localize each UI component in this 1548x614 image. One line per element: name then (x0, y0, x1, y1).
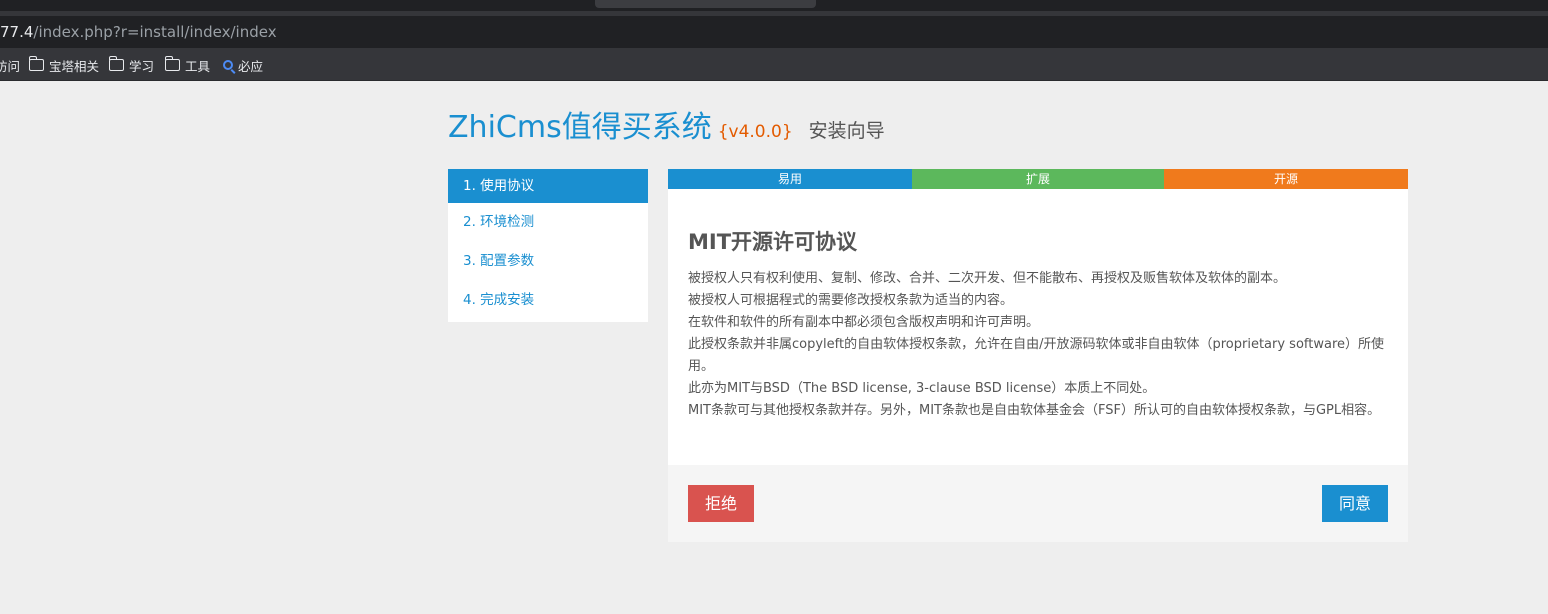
bookmark-bing[interactable]: 必应 (223, 57, 264, 74)
page-title: ZhiCms值得买系统 {v4.0.0} 安装向导 (448, 108, 885, 148)
folder-icon (28, 56, 44, 71)
address-bar[interactable]: 77.4/index.php?r=install/index/index (0, 16, 1548, 48)
step-env-check[interactable]: 2. 环境检测 (448, 205, 648, 244)
bookmark-visit[interactable]: 访问 (0, 57, 21, 74)
bookmark-study[interactable]: 学习 (108, 56, 155, 74)
folder-icon (164, 56, 180, 71)
license-panel: 易用 扩展 开源 MIT开源许可协议 被授权人只有权利使用、复制、修改、合并、二… (668, 169, 1408, 542)
panel-footer: 拒绝 同意 (668, 465, 1408, 542)
bookmark-label: 学习 (129, 58, 155, 74)
step-config[interactable]: 3. 配置参数 (448, 244, 648, 283)
license-line: 在软件和软件的所有副本中都必须包含版权声明和许可声明。 (688, 315, 1040, 330)
install-steps: 1. 使用协议 2. 环境检测 3. 配置参数 4. 完成安装 (448, 169, 648, 322)
license-line: 被授权人只有权利使用、复制、修改、合并、二次开发、但不能散布、再授权及贩售软体及… (688, 271, 1287, 286)
refuse-button[interactable]: 拒绝 (688, 485, 754, 522)
bookmark-baota[interactable]: 宝塔相关 (28, 56, 100, 74)
url-text[interactable]: 77.4/index.php?r=install/index/index (0, 24, 277, 40)
feature-tag-bar: 易用 扩展 开源 (668, 169, 1408, 189)
bookmark-label: 宝塔相关 (49, 58, 100, 74)
license-line: 此授权条款并非属copyleft的自由软体授权条款，允许在自由/开放源码软体或非… (688, 337, 1385, 374)
step-finish[interactable]: 4. 完成安装 (448, 283, 648, 322)
tag-open-source: 开源 (1164, 169, 1408, 189)
url-path: /index.php?r=install/index/index (33, 23, 277, 41)
step-agreement[interactable]: 1. 使用协议 (448, 169, 648, 203)
license-line: MIT条款可与其他授权条款并存。另外，MIT条款也是自由软体基金会（FSF）所认… (688, 403, 1381, 418)
wizard-label: 安装向导 (808, 120, 885, 142)
license-body: 被授权人只有权利使用、复制、修改、合并、二次开发、但不能散布、再授权及贩售软体及… (688, 268, 1392, 422)
bookmark-label: 工具 (185, 58, 211, 74)
license-title: MIT开源许可协议 (688, 230, 858, 254)
license-line: 被授权人可根据程式的需要修改授权条款为适当的内容。 (688, 293, 1014, 308)
url-host: 77.4 (0, 23, 34, 41)
bookmark-tools[interactable]: 工具 (164, 56, 211, 74)
browser-tab-strip (0, 0, 1548, 16)
browser-tab[interactable] (595, 0, 816, 8)
license-line: 此亦为MIT与BSD（The BSD license, 3-clause BSD… (688, 381, 1156, 396)
agree-button[interactable]: 同意 (1322, 485, 1388, 522)
brand-name: ZhiCms值得买系统 (448, 110, 712, 145)
folder-icon (108, 56, 124, 71)
version-label: {v4.0.0} (717, 122, 793, 142)
tag-extensible: 扩展 (912, 169, 1164, 189)
search-icon (223, 60, 233, 70)
bookmarks-bar: 访问 宝塔相关 学习 工具 必应 (0, 48, 1548, 81)
bookmark-label: 必应 (238, 58, 264, 74)
bookmark-label: 访问 (0, 58, 21, 74)
tag-easy-to-use: 易用 (668, 169, 912, 189)
